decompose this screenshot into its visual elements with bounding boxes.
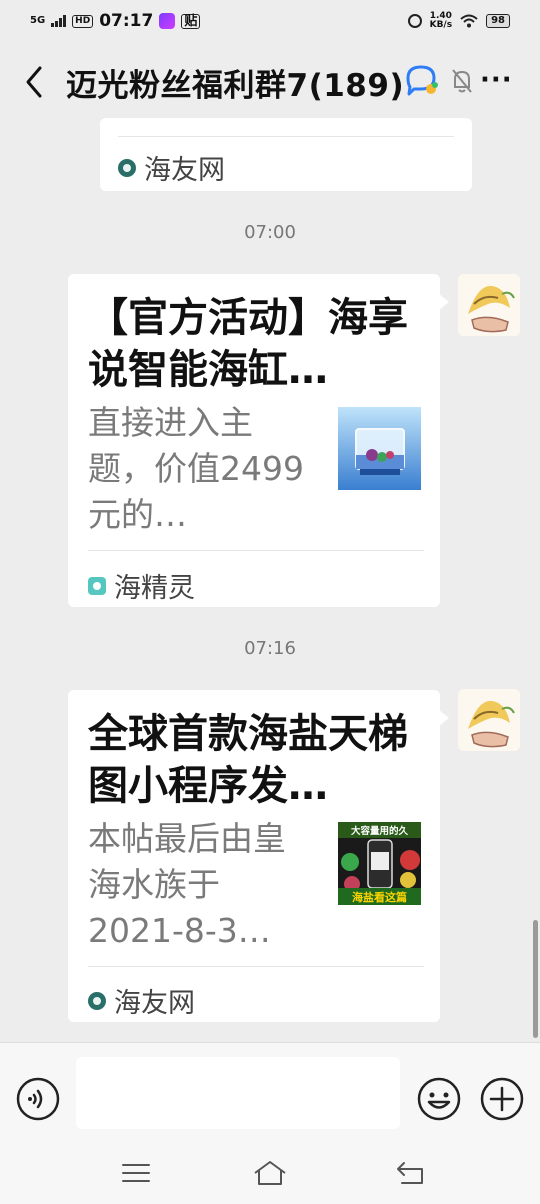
card-divider (88, 550, 424, 551)
chat-scrollbar[interactable] (533, 920, 538, 1038)
message-timestamp: 07:00 (244, 222, 296, 243)
card-thumbnail-salt: 大容量用的久 海盐看这篇 (338, 822, 421, 905)
tie-notification-icon: 贴 (181, 13, 201, 29)
more-options-icon[interactable]: ··· (480, 66, 512, 96)
card-source-name: 海友网 (144, 155, 225, 186)
voice-input-icon[interactable] (16, 1077, 60, 1121)
card-divider (88, 966, 424, 967)
network-speed: 1.40 KB/s (429, 11, 453, 30)
sender-avatar[interactable] (458, 274, 520, 336)
home-icon[interactable] (252, 1159, 288, 1187)
card-description: 直接进入主题，价值2499元的… (88, 403, 304, 534)
sender-avatar[interactable] (458, 689, 520, 751)
card-title: 【官方活动】海享说智能海缸… (88, 295, 408, 393)
status-time: 07:17 (99, 11, 154, 31)
card-title: 全球首款海盐天梯图小程序发… (88, 711, 408, 809)
back-arrow-icon[interactable] (18, 62, 52, 102)
haiyouwang-logo-icon (88, 991, 106, 1010)
message-timestamp: 07:16 (244, 638, 296, 659)
status-bar: 5G HD 07:17 贴 1.40 KB/s 98 (0, 0, 540, 42)
mute-bell-icon (452, 69, 472, 93)
emoji-icon[interactable] (417, 1077, 461, 1121)
previous-link-card[interactable]: 海友网 (100, 118, 472, 191)
thumb-text-top: 大容量用的久 (351, 825, 409, 837)
alarm-icon (407, 14, 422, 28)
message-input-bar (0, 1042, 540, 1147)
chat-title: 迈光粉丝福利群7(189) (66, 68, 405, 104)
group-chat-icon[interactable] (404, 64, 440, 98)
chat-header: 迈光粉丝福利群7(189) ··· (0, 50, 540, 114)
link-card-message[interactable]: 【官方活动】海享说智能海缸… 直接进入主题，价值2499元的… 海精灵 (68, 274, 449, 607)
signal-icon (51, 15, 67, 27)
battery-indicator: 98 (486, 14, 510, 28)
card-divider (118, 136, 454, 137)
app-notification-icon (159, 13, 176, 29)
card-source-name: 海精灵 (114, 573, 195, 604)
card-description: 本帖最后由皇海水族于2021-8-3… (88, 819, 286, 950)
haiyouwang-logo-icon (118, 158, 136, 177)
haijingling-logo-icon (88, 576, 106, 595)
wifi-icon (460, 14, 478, 28)
menu-icon[interactable] (118, 1159, 154, 1187)
system-nav-bar (0, 1147, 540, 1204)
hd-badge: HD (72, 14, 94, 28)
card-source-name: 海友网 (114, 988, 195, 1019)
message-text-input[interactable] (76, 1057, 400, 1129)
add-more-icon[interactable] (480, 1077, 524, 1121)
link-card-message[interactable]: 全球首款海盐天梯图小程序发… 本帖最后由皇海水族于2021-8-3… 大容量用的… (68, 690, 449, 1022)
card-thumbnail-aquarium (338, 407, 421, 490)
network-type: 5G (30, 15, 46, 26)
thumb-text-bottom: 海盐看这篇 (352, 890, 407, 904)
back-nav-icon[interactable] (394, 1159, 430, 1187)
